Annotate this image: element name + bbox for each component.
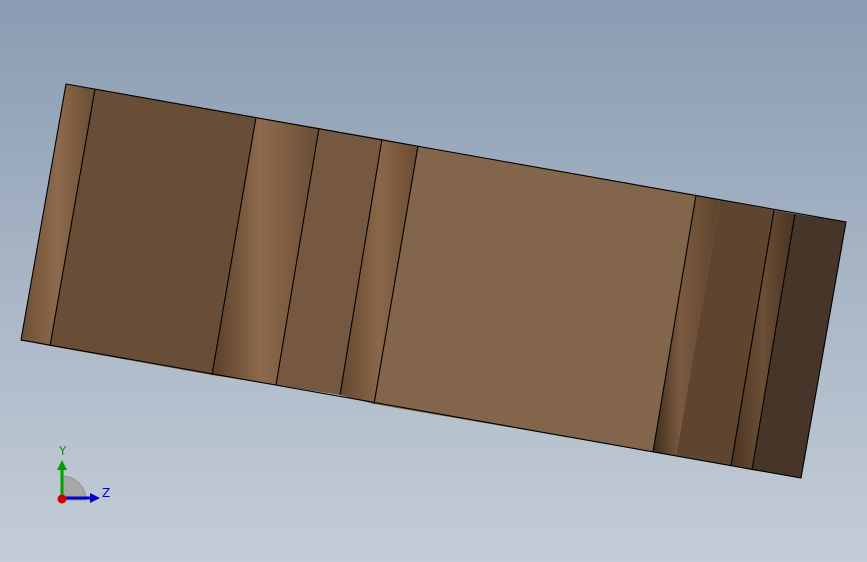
orientation-triad: Y Z — [57, 444, 110, 504]
y-arrow-icon — [57, 460, 67, 470]
z-axis-label: Z — [102, 486, 110, 500]
face-center-flat[interactable] — [374, 146, 696, 452]
graphics-viewport[interactable]: Y Z — [0, 0, 867, 562]
x-axis-icon — [57, 494, 67, 504]
cad-model[interactable] — [0, 0, 867, 562]
y-axis-label: Y — [58, 444, 67, 458]
z-arrow-icon — [90, 493, 100, 503]
